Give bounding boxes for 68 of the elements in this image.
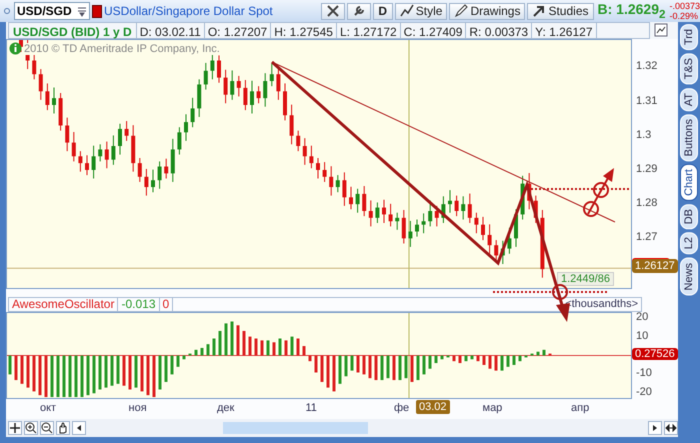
axis-tick-label: 1.28 [636,197,658,210]
instrument-description: USDollar/Singapore Dollar Spot [104,4,273,18]
side-tab[interactable]: AT [680,88,698,111]
chart-tool-button[interactable] [8,421,22,435]
axis-tick-label: 20 [636,310,648,323]
cross-tools-icon [326,4,340,18]
axis-date-label: дек [217,402,234,414]
toolbar-button[interactable]: Drawings [449,2,526,20]
axis-tick-label: 1.29 [636,162,658,175]
axis-tick-label: 1.32 [636,60,658,72]
symbol-dropdown[interactable]: USD/SGD [14,2,90,20]
toolbar-button[interactable]: D [372,2,393,20]
crosshair-icon [9,422,21,434]
axis-tick-label: 10 [636,330,648,342]
cursor-date-tag: 03.02 [416,400,450,414]
side-tab[interactable]: Chart [680,164,698,201]
axis-tick-label: -20 [636,386,652,398]
chart-tool-button[interactable] [24,421,38,435]
units-label: <thousandths> [564,298,639,311]
hand-icon [57,422,69,434]
percent-change: -0.29% [669,11,699,21]
side-tab[interactable]: Buttons [680,114,698,162]
breakout-arrow-drawing [583,168,614,217]
axis-tick-label: 1.31 [636,94,658,107]
axis-tick-label: 1.27 [636,231,658,244]
dropdown-arrow-icon [77,6,87,16]
axis-date-label: окт [40,402,56,414]
tool-button[interactable] [346,2,371,20]
axis-tick-label: 1.3 [636,128,652,141]
chart-tool-button[interactable] [56,421,70,435]
instrument-flag-icon [92,4,102,18]
last-value-tag: 0.27526 [632,348,678,360]
chart-tool-button[interactable] [40,421,54,435]
study-value: -0.013 [118,298,160,311]
price-change: -.00373 [669,1,700,11]
toolbar-button[interactable]: Style [394,2,448,20]
axis-date-label: апр [571,402,590,414]
axis-date-label: 11 [306,402,317,414]
scroll-thumb[interactable] [223,422,368,434]
side-tab[interactable]: Trd [680,24,698,50]
axis-date-label: мар [482,402,502,414]
study-signal: 0 [160,298,174,311]
wrench-icon [352,4,366,18]
double-arrow-icon [665,422,677,434]
info-icon [9,42,22,55]
axis-date-label: фе [394,402,410,414]
bid-price: B: 1.2629$_{2}$ [598,1,666,21]
zoom-out-icon [41,422,53,434]
pencil-icon [454,4,468,18]
tool-button[interactable] [320,2,345,20]
level-label: 1.2449/86 [557,272,614,286]
window-dot-icon [4,8,10,14]
axis-date-label: ноя [128,402,147,414]
side-tab[interactable]: News [680,258,698,296]
axis-tick-label: -10 [636,367,652,380]
toolbar-button[interactable]: Studies [527,2,594,20]
line-chart-icon [400,4,414,18]
side-tab[interactable]: DB [680,204,698,230]
side-tab[interactable]: T&S [680,53,698,84]
chart-title: USD/SGD (BID) 1 y D [8,22,137,39]
expand-button[interactable] [664,421,678,435]
copyright-text: 2010 © TD Ameritrade IP Company, Inc. [24,42,220,54]
side-tab[interactable]: L2 [680,232,698,254]
scroll-right-button[interactable] [648,421,662,435]
study-name: AwesomeOscillator [9,298,118,311]
scroll-left-button[interactable] [72,421,86,435]
last-price-tag: 1.26127 [632,259,678,274]
zoom-in-icon [25,422,37,434]
